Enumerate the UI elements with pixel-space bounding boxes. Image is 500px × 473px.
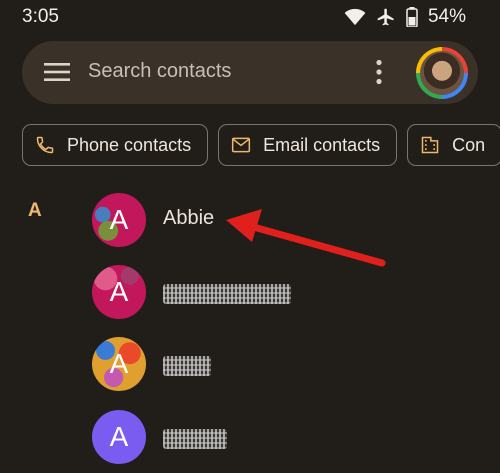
section-letter: A bbox=[28, 200, 42, 221]
battery-percent: 54% bbox=[427, 6, 466, 27]
search-input[interactable]: Search contacts bbox=[88, 60, 231, 83]
menu-icon[interactable] bbox=[44, 61, 70, 83]
contact-avatar: A bbox=[92, 193, 146, 247]
chip-phone-contacts[interactable]: Phone contacts bbox=[22, 124, 209, 166]
building-icon bbox=[421, 136, 439, 154]
redacted-name bbox=[163, 356, 211, 376]
chip-email-contacts[interactable]: Email contacts bbox=[218, 124, 398, 166]
more-vert-icon[interactable] bbox=[374, 59, 384, 85]
contact-row[interactable]: A bbox=[92, 265, 392, 319]
contact-row[interactable]: A Abbie bbox=[92, 193, 392, 247]
redacted-name bbox=[163, 429, 227, 449]
mail-icon bbox=[232, 137, 251, 153]
chip-label: Phone contacts bbox=[67, 134, 192, 155]
contact-initial: A bbox=[109, 348, 129, 379]
contact-initial: A bbox=[109, 276, 129, 307]
contact-avatar: A bbox=[92, 410, 146, 464]
wifi-icon bbox=[344, 8, 366, 26]
chip-company-contacts[interactable]: Con bbox=[407, 124, 500, 166]
airplane-icon bbox=[377, 8, 394, 26]
contact-initial: A bbox=[109, 421, 129, 452]
status-bar: 3:05 54% bbox=[0, 0, 500, 34]
chip-label: Email contacts bbox=[263, 134, 381, 155]
profile-avatar[interactable] bbox=[416, 47, 468, 99]
profile-photo bbox=[420, 51, 464, 95]
contact-row[interactable]: A bbox=[92, 410, 392, 464]
redacted-name bbox=[163, 284, 291, 304]
battery-icon bbox=[406, 7, 418, 27]
contact-avatar: A bbox=[92, 265, 146, 319]
chip-label: Con bbox=[452, 134, 486, 155]
status-icons: 54% bbox=[344, 6, 466, 28]
contact-name: Abbie bbox=[163, 207, 215, 229]
contact-row[interactable]: A bbox=[92, 337, 392, 391]
contact-avatar: A bbox=[92, 337, 146, 391]
status-time: 3:05 bbox=[22, 6, 59, 27]
contact-initial: A bbox=[109, 204, 129, 235]
phone-icon bbox=[36, 136, 54, 154]
filter-chips: Phone contacts Email contacts Con bbox=[22, 124, 500, 166]
search-bar[interactable]: Search contacts bbox=[22, 41, 478, 104]
